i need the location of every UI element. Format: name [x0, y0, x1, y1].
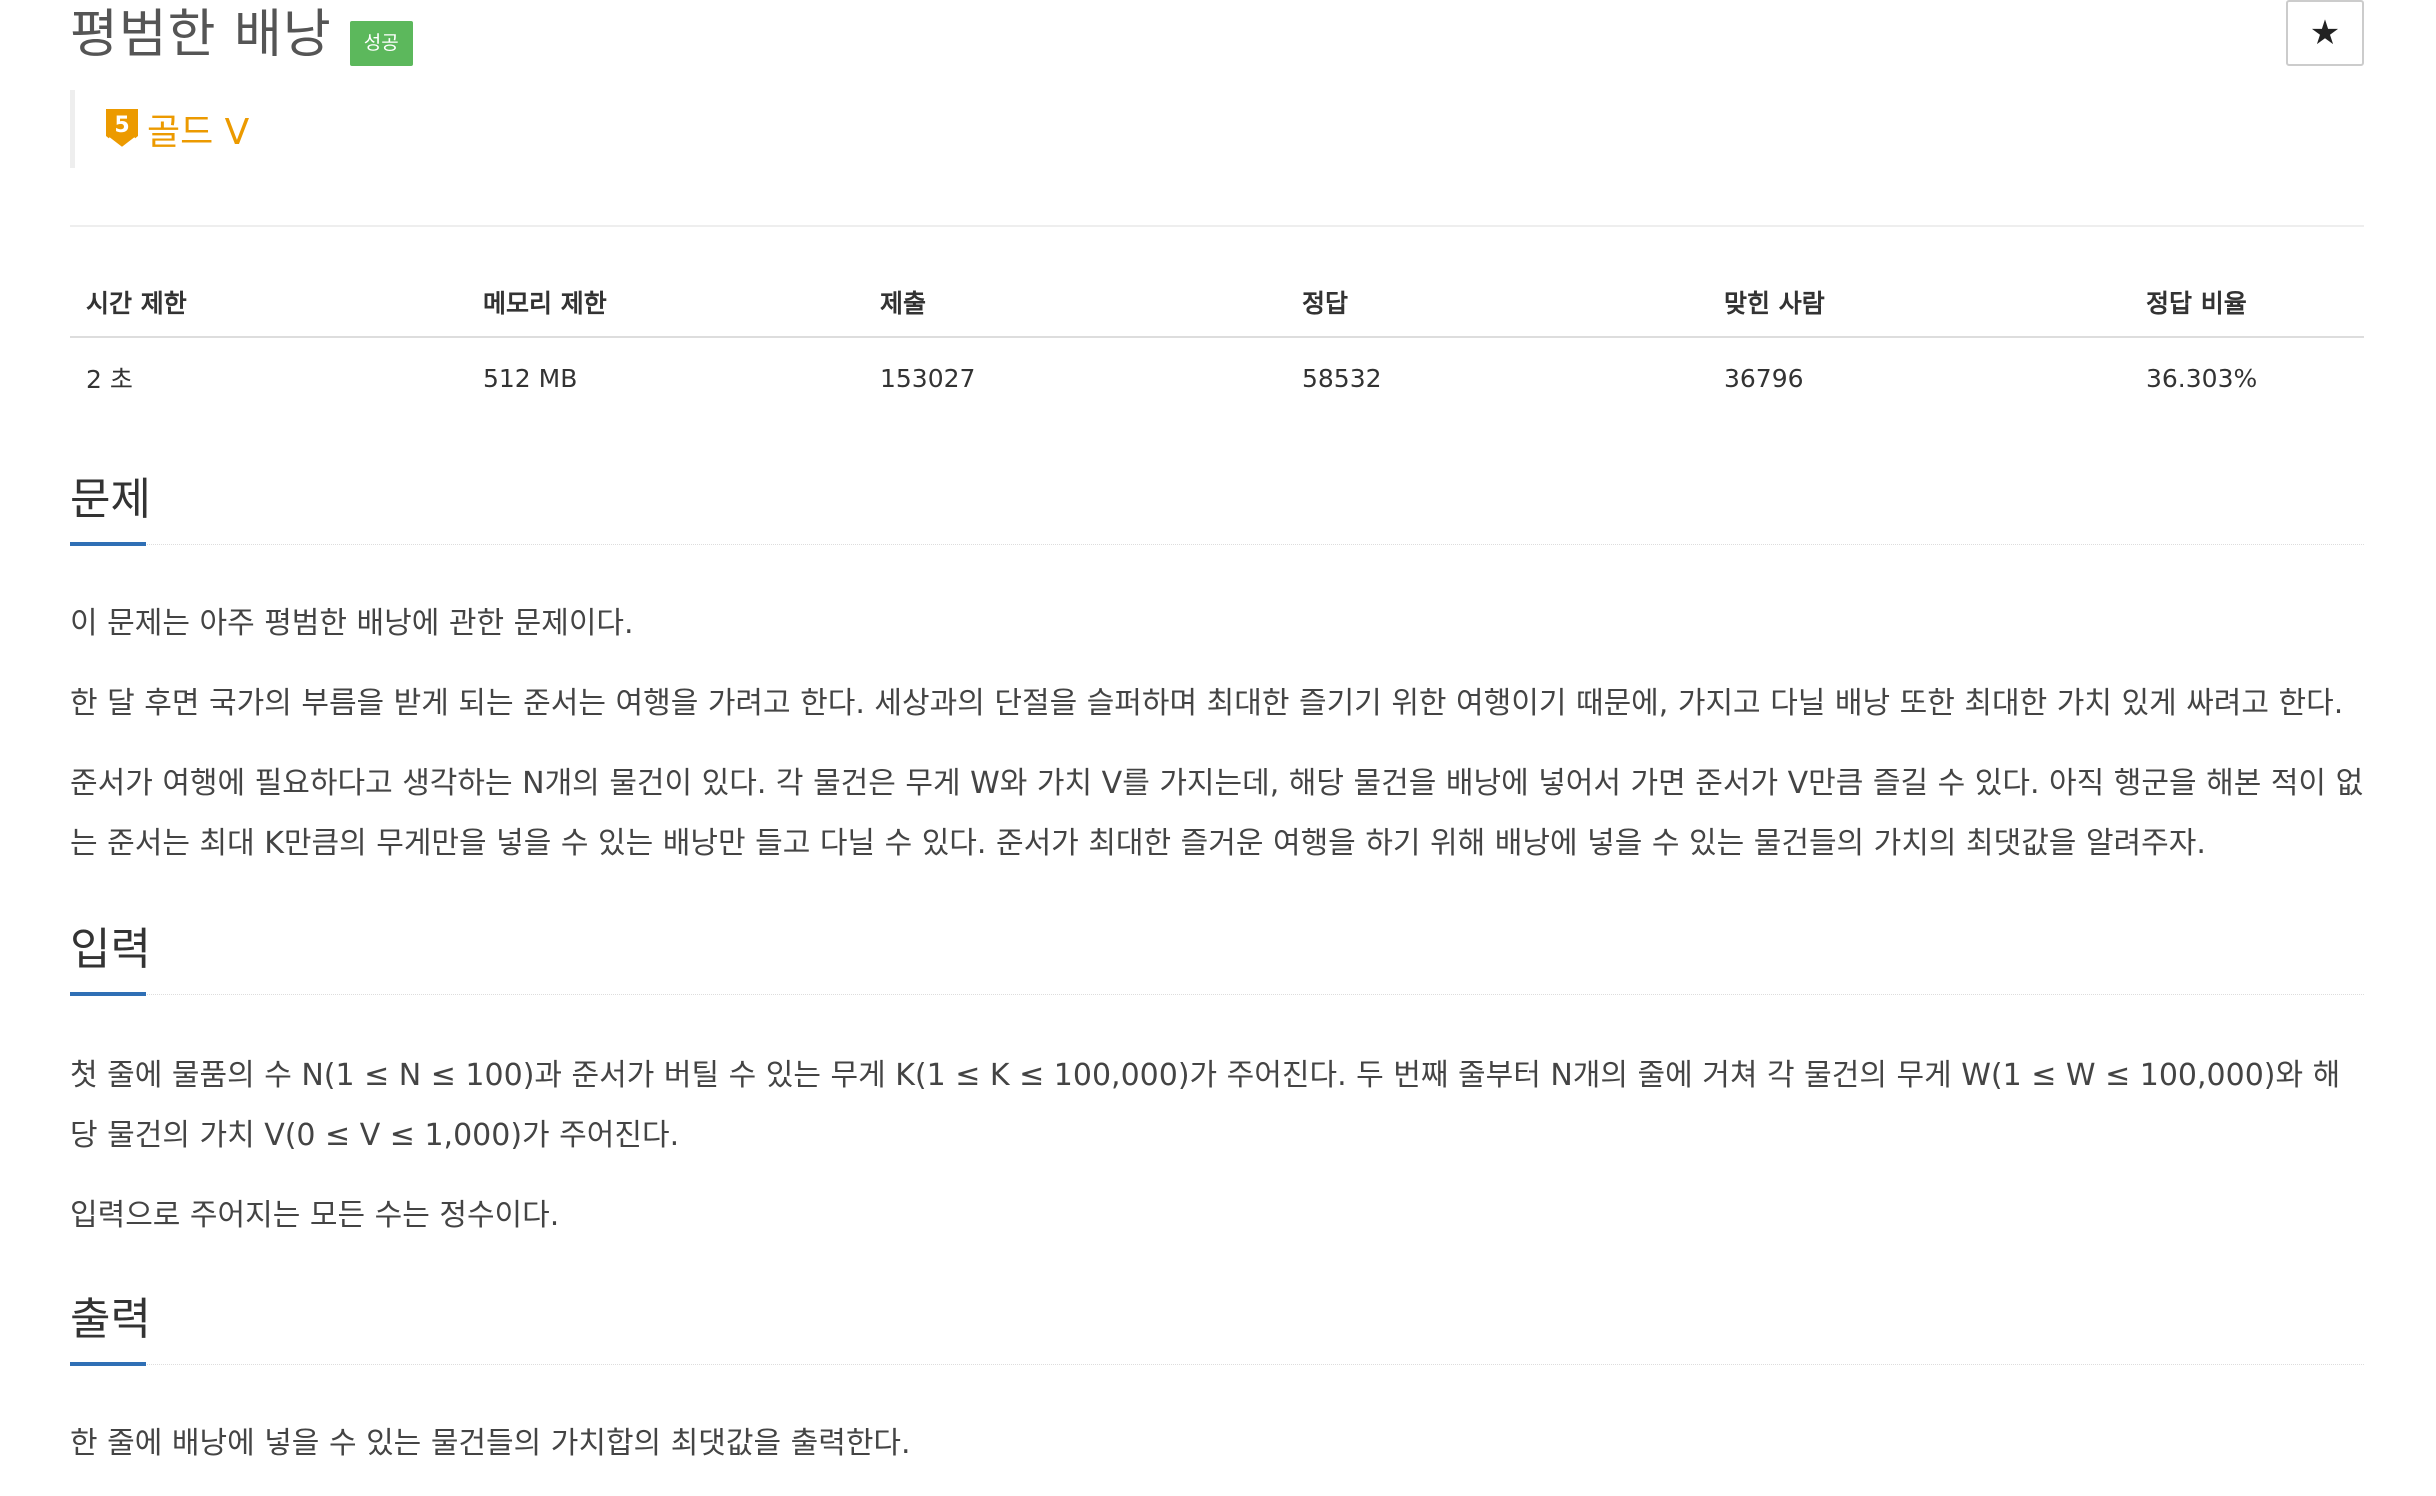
info-value-submissions[interactable]: 153027: [864, 337, 1286, 418]
section-divider: [70, 544, 2364, 545]
tier-box: 5 골드 V: [70, 90, 249, 168]
tier-label[interactable]: 골드 V: [147, 103, 249, 155]
info-header-submissions: 제출: [864, 270, 1286, 338]
section-input-title: 입력: [70, 924, 151, 975]
problem-info-table: 시간 제한 메모리 제한 제출 정답 맞힌 사람 정답 비율 2 초 512 M…: [70, 270, 2364, 418]
info-header-solvers: 맞힌 사람: [1708, 270, 2130, 338]
section-divider: [70, 1364, 2364, 1365]
section-accent-bar: [70, 992, 146, 996]
divider: [70, 225, 2364, 227]
result-badge: 성공: [349, 20, 413, 66]
section-accent-bar: [70, 1362, 146, 1366]
info-value-accepted: 58532: [1302, 363, 1382, 393]
problem-paragraph: 한 달 후면 국가의 부름을 받게 되는 준서는 여행을 가려고 한다. 세상과…: [70, 686, 2344, 721]
info-value-memory-limit: 512 MB: [483, 363, 578, 393]
page-title: 평범한 배낭: [70, 5, 332, 65]
star-button[interactable]: ★: [2286, 0, 2364, 66]
input-paragraph: 입력으로 주어지는 모든 수는 정수이다.: [70, 1198, 560, 1233]
info-header-accepted: 정답: [1286, 270, 1708, 338]
tier-number: 5: [114, 113, 129, 138]
info-value-ratio: 36.303%: [2146, 363, 2258, 393]
section-problem-headline: 문제: [70, 470, 2364, 560]
problem-page: 평범한 배낭 성공 ★ 5 골드 V 시간 제한 메모리 제한 제출 정답 맞힌…: [0, 0, 2436, 1496]
info-header-ratio: 정답 비율: [2130, 270, 2364, 338]
input-paragraph: 첫 줄에 물품의 수 N(1 ≤ N ≤ 100)과 준서가 버틸 수 있는 무…: [70, 1058, 2341, 1153]
info-value-time-limit: 2 초: [86, 365, 133, 394]
title-row: 평범한 배낭 성공: [70, 0, 413, 70]
info-header-time-limit: 시간 제한: [70, 270, 467, 338]
section-input-headline: 입력: [70, 920, 2364, 1010]
output-paragraph: 한 줄에 배낭에 넣을 수 있는 물건들의 가치합의 최댓값을 출력한다.: [70, 1426, 911, 1461]
star-icon: ★: [2309, 13, 2341, 53]
section-problem-title: 문제: [70, 474, 151, 525]
info-value-row: 2 초 512 MB 153027 58532 36796 36.303%: [70, 337, 2364, 418]
section-output-headline: 출력: [70, 1290, 2364, 1380]
tier-badge-icon: 5: [105, 108, 139, 150]
info-value-solvers: 36796: [1724, 363, 1804, 393]
section-output-title: 출력: [70, 1294, 151, 1345]
info-header-memory-limit: 메모리 제한: [467, 270, 864, 338]
section-divider: [70, 994, 2364, 995]
section-accent-bar: [70, 542, 146, 546]
problem-paragraph: 이 문제는 아주 평범한 배낭에 관한 문제이다.: [70, 606, 634, 641]
info-header-row: 시간 제한 메모리 제한 제출 정답 맞힌 사람 정답 비율: [70, 270, 2364, 338]
problem-paragraph: 준서가 여행에 필요하다고 생각하는 N개의 물건이 있다. 각 물건은 무게 …: [70, 766, 2364, 861]
